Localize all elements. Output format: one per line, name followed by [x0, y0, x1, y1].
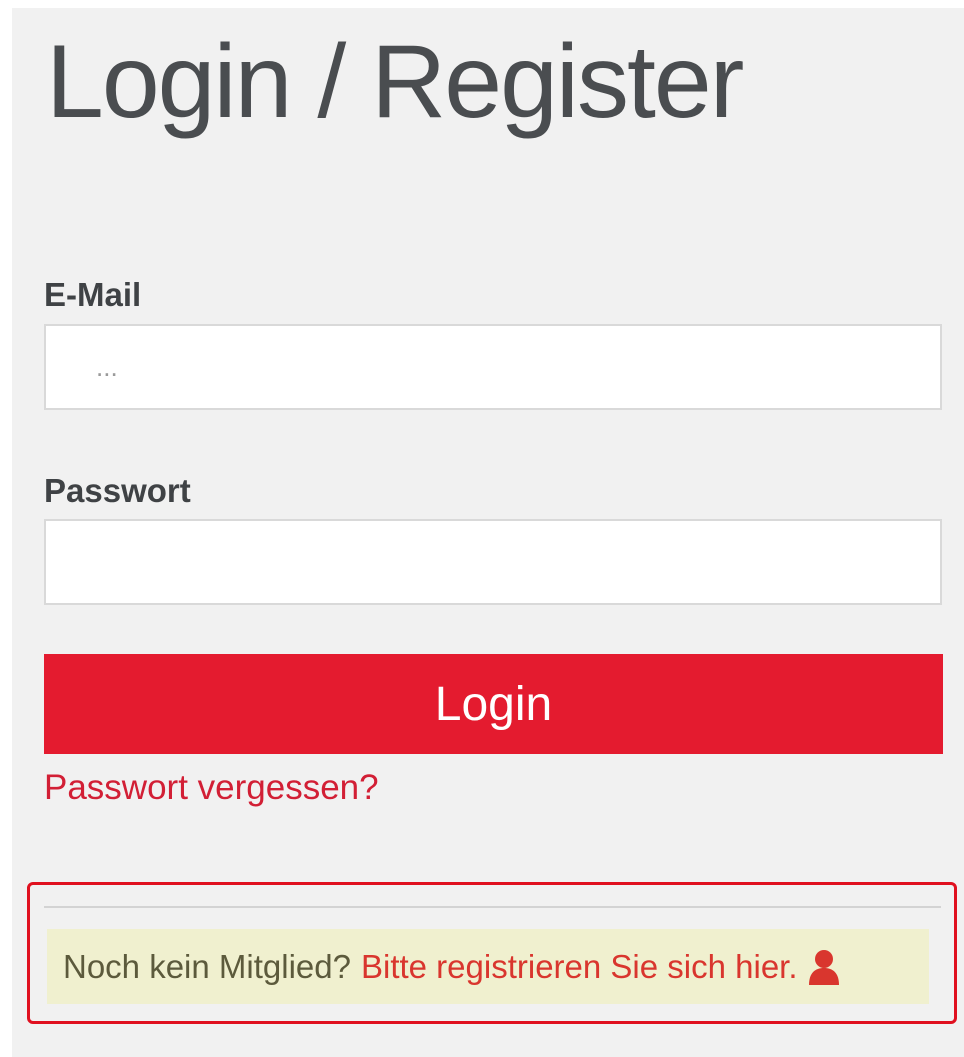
- login-button[interactable]: Login: [44, 654, 943, 754]
- divider: [44, 906, 941, 908]
- forgot-password-link[interactable]: Passwort vergessen?: [44, 770, 379, 805]
- register-notice: Noch kein Mitglied? Bitte registrieren S…: [47, 929, 929, 1004]
- page-title: Login / Register: [46, 24, 744, 140]
- register-link[interactable]: Bitte registrieren Sie sich hier.: [361, 948, 798, 986]
- email-label: E-Mail: [44, 276, 142, 313]
- password-label: Passwort: [44, 472, 191, 509]
- register-question: Noch kein Mitglied?: [63, 947, 351, 985]
- password-field[interactable]: [44, 519, 942, 605]
- email-field[interactable]: [44, 324, 942, 410]
- user-icon[interactable]: [808, 949, 840, 985]
